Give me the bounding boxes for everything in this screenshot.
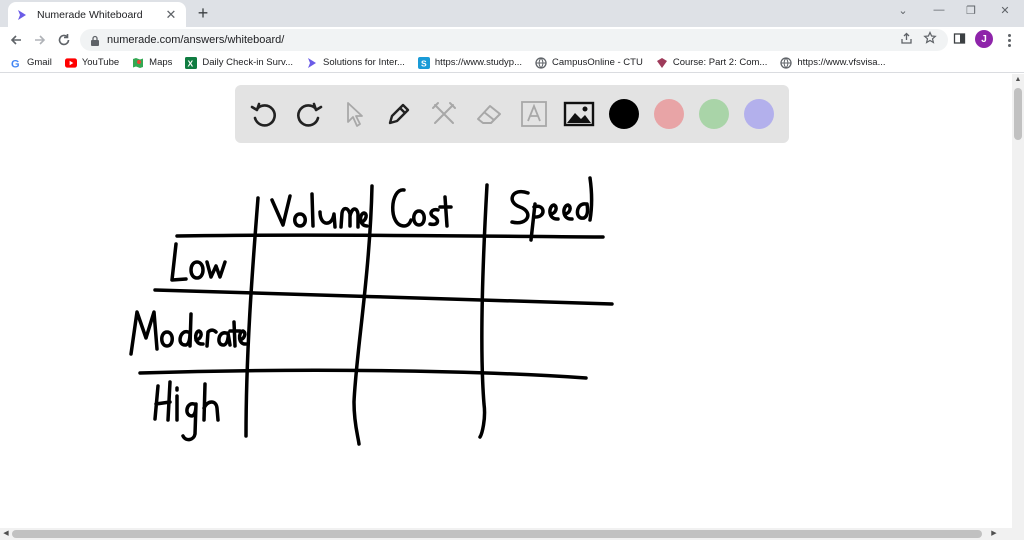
color-lavender-swatch[interactable] (744, 99, 774, 129)
browser-toolbar: numerade.com/answers/whiteboard/ J (0, 27, 1024, 53)
bookmark-daily-checkin[interactable]: X Daily Check-in Surv... (185, 56, 293, 69)
close-window-icon[interactable]: ✕ (996, 4, 1014, 17)
back-button[interactable] (7, 31, 25, 49)
text-icon[interactable] (518, 98, 550, 130)
handwritten-low (170, 242, 227, 282)
color-green-swatch[interactable] (699, 99, 729, 129)
globe-icon (535, 56, 547, 69)
bookmark-maps[interactable]: Maps (132, 57, 172, 69)
table-line-top (175, 233, 605, 239)
forward-arrow-icon (35, 35, 46, 45)
browser-menu-icon[interactable] (1004, 31, 1014, 49)
eraser-icon[interactable] (473, 98, 505, 130)
reload-icon (58, 34, 70, 46)
bookmark-course[interactable]: Course: Part 2: Com... (656, 57, 767, 69)
handwritten-moderate (129, 310, 248, 356)
url-text: numerade.com/answers/whiteboard/ (107, 34, 285, 46)
svg-text:S: S (421, 58, 427, 68)
lock-icon (91, 35, 99, 46)
svg-text:X: X (188, 58, 194, 68)
profile-avatar[interactable]: J (975, 30, 993, 48)
bookmark-star-icon[interactable] (922, 30, 938, 46)
side-panel-icon[interactable] (951, 30, 967, 46)
restore-icon[interactable]: ❐ (962, 4, 980, 17)
share-icon[interactable] (898, 30, 914, 46)
google-icon: G (10, 57, 22, 69)
excel-icon: X (185, 56, 198, 69)
horizontal-scroll-thumb[interactable] (12, 530, 982, 538)
bookmark-youtube[interactable]: YouTube (64, 57, 119, 69)
bookmark-studyp[interactable]: S https://www.studyp... (417, 56, 522, 69)
handwritten-speed (510, 176, 594, 242)
minimize-icon[interactable]: — (930, 4, 948, 16)
forward-button[interactable] (31, 31, 49, 49)
back-arrow-icon (10, 35, 21, 45)
color-black-swatch[interactable] (609, 99, 639, 129)
table-line-3 (138, 368, 588, 380)
youtube-icon (64, 57, 77, 69)
table-line-2 (153, 288, 614, 306)
pointer-icon[interactable] (338, 98, 370, 130)
scroll-left-arrow-icon[interactable]: ◀ (0, 528, 12, 540)
vertical-scroll-thumb[interactable] (1014, 88, 1022, 140)
numerade-favicon-icon (16, 9, 28, 21)
svg-text:G: G (11, 58, 20, 69)
close-tab-icon[interactable]: ✕ (164, 7, 178, 22)
scroll-up-arrow-icon[interactable]: ▲ (1012, 74, 1024, 86)
whiteboard-page (0, 74, 1012, 528)
browser-tab[interactable]: Numerade Whiteboard ✕ (8, 2, 186, 27)
bookmark-vfsvisa[interactable]: https://www.vfsvisa... (780, 56, 886, 69)
bookmark-solutions[interactable]: Solutions for Inter... (306, 57, 405, 69)
tab-search-icon[interactable]: ⌄ (894, 4, 912, 17)
scroll-right-arrow-icon[interactable]: ▶ (988, 528, 1000, 540)
table-divider-3 (478, 183, 489, 439)
handwritten-cost (391, 188, 453, 228)
reload-button[interactable] (55, 31, 73, 49)
address-bar[interactable]: numerade.com/answers/whiteboard/ (80, 29, 948, 51)
numerade-icon (306, 57, 318, 69)
whiteboard-toolbar (235, 85, 789, 143)
maps-icon (132, 57, 144, 69)
globe-icon (780, 56, 792, 69)
vertical-scrollbar[interactable]: ▲ (1012, 74, 1024, 528)
pen-icon[interactable] (383, 98, 415, 130)
course-icon (656, 57, 668, 69)
image-icon[interactable] (563, 98, 595, 130)
undo-icon[interactable] (248, 98, 280, 130)
handwritten-high (153, 380, 220, 442)
color-pink-swatch[interactable] (654, 99, 684, 129)
redo-icon[interactable] (293, 98, 325, 130)
bookmarks-bar: G Gmail YouTube Maps X Daily Check-in Su… (0, 53, 1024, 73)
handwritten-volume (270, 192, 369, 229)
tab-title: Numerade Whiteboard (37, 8, 143, 21)
studyp-icon: S (417, 56, 430, 69)
horizontal-scrollbar[interactable]: ◀ ▶ (0, 528, 1024, 540)
bookmark-campusonline[interactable]: CampusOnline - CTU (535, 56, 643, 69)
new-tab-button[interactable]: + (194, 3, 212, 24)
bookmark-gmail[interactable]: G Gmail (10, 57, 52, 69)
tab-strip: Numerade Whiteboard ✕ + ⌄ — ❐ ✕ (0, 0, 1024, 27)
tools-icon[interactable] (428, 98, 460, 130)
